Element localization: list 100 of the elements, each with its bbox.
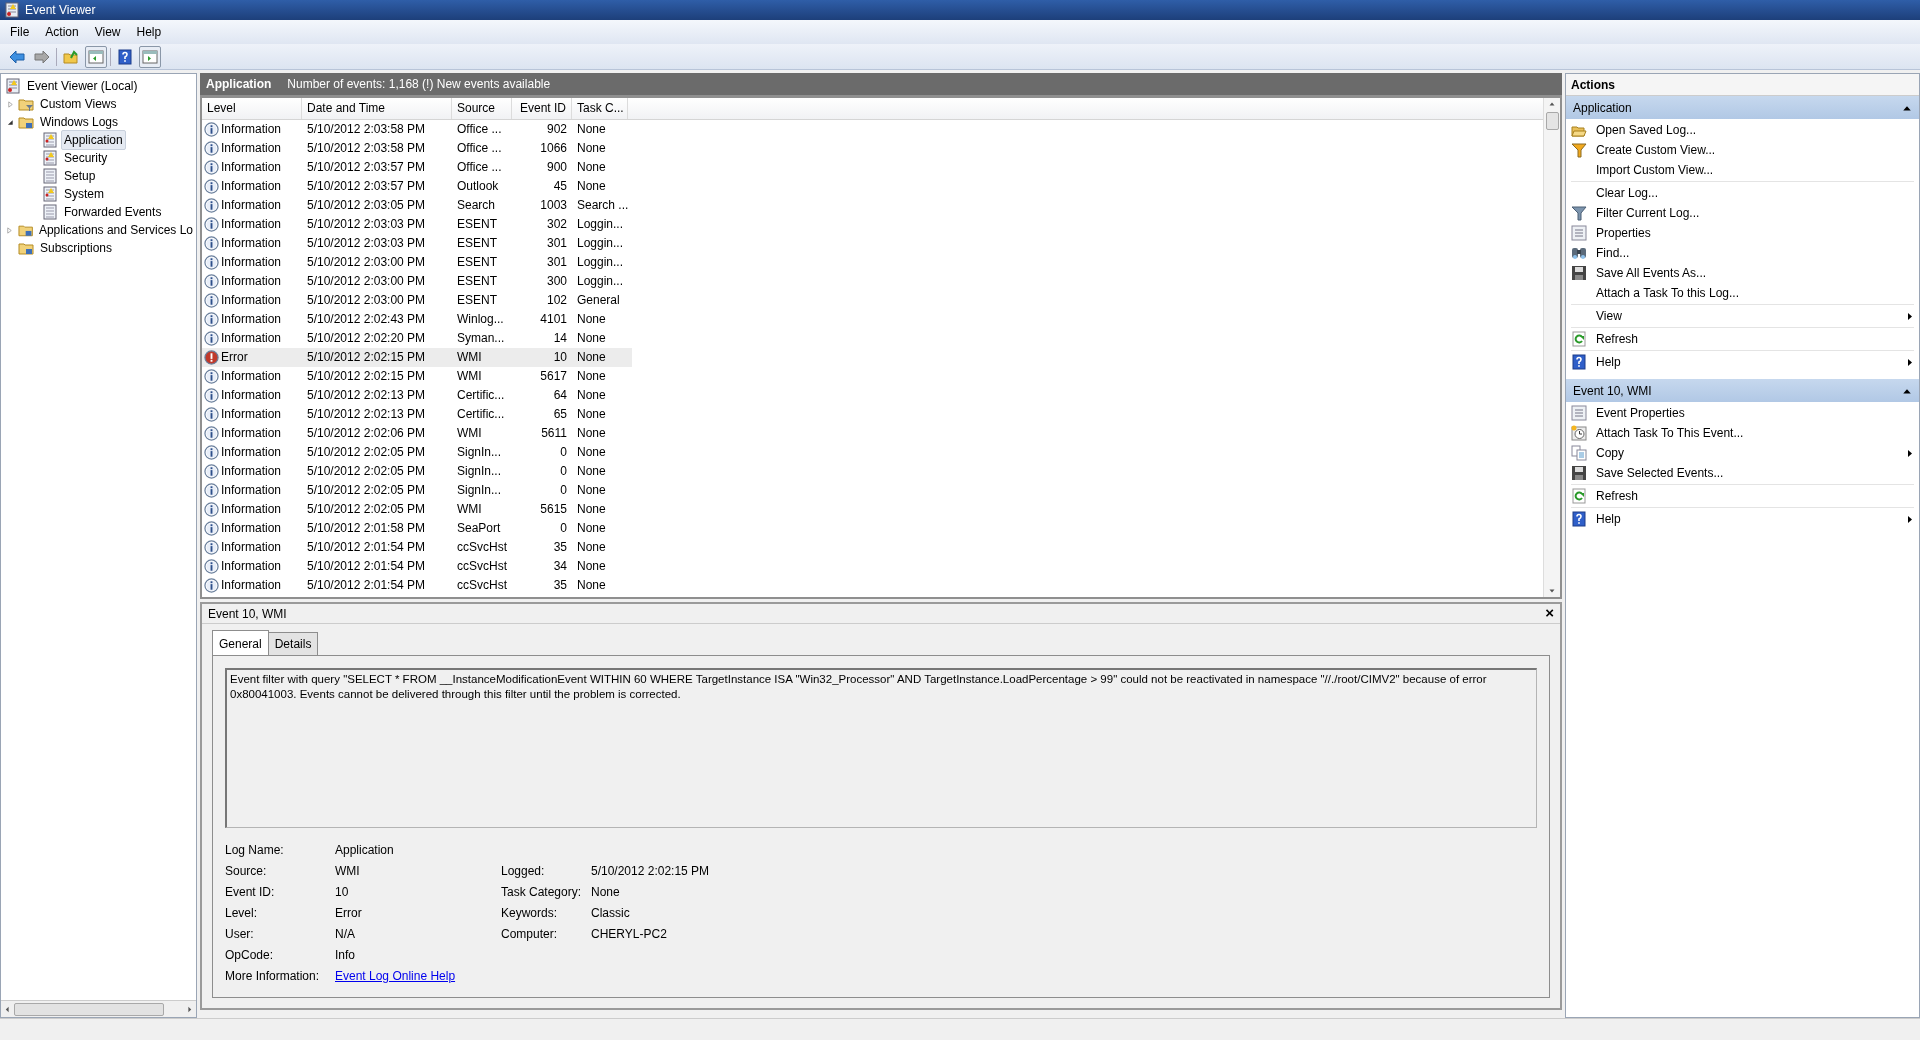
vertical-scrollbar[interactable] — [1543, 97, 1560, 597]
collapse-triangle-icon[interactable] — [6, 118, 14, 126]
tree-item[interactable]: Windows Logs — [37, 112, 122, 132]
event-row[interactable]: Information 5/10/2012 2:02:05 PM SignIn... 0 None — [202, 442, 632, 462]
event-row[interactable]: Information 5/10/2012 2:01:54 PM ccSvcHst 34 None — [202, 556, 632, 576]
event-row[interactable]: Information 5/10/2012 2:03:58 PM Office ... 1066 None — [202, 138, 632, 158]
command-link[interactable]: Filter Current Log... — [1596, 204, 1700, 222]
event-row[interactable]: Information 5/10/2012 2:03:00 PM ESENT 102 General — [202, 290, 632, 310]
command-link[interactable]: View — [1596, 307, 1622, 325]
tree-item[interactable]: Applications and Services Lo — [35, 220, 196, 240]
event-row[interactable]: Information 5/10/2012 2:03:00 PM ESENT 300 Loggin... — [202, 271, 632, 291]
table-cell-text: None — [577, 463, 606, 481]
section-header[interactable]: Event 10, WMI — [1566, 379, 1919, 402]
table-cell-text: Information — [221, 235, 282, 253]
tree-item[interactable]: System — [61, 184, 107, 204]
event-row[interactable]: Information 5/10/2012 2:03:57 PM Office ... 900 None — [202, 157, 632, 177]
tree-item[interactable]: Forwarded Events — [61, 202, 165, 222]
event-row[interactable]: Information 5/10/2012 2:01:54 PM ccSvcHst 35 None — [202, 575, 632, 595]
command-link[interactable]: Event Properties — [1596, 404, 1685, 422]
event-row[interactable]: Information 5/10/2012 2:03:00 PM ESENT 301 Loggin... — [202, 252, 632, 272]
tree-item[interactable]: Custom Views — [37, 94, 120, 114]
scroll-thumb[interactable] — [14, 1002, 164, 1016]
command-link[interactable]: Create Custom View... — [1596, 141, 1716, 159]
scroll-left-icon[interactable] — [3, 1004, 12, 1014]
menu-item[interactable]: File — [4, 21, 36, 43]
table-cell-text: 5/10/2012 2:02:13 PM — [307, 406, 426, 424]
table-cell-text: 5/10/2012 2:01:54 PM — [307, 539, 426, 557]
table-cell-text: None — [577, 406, 606, 424]
table-cell-text: Error — [221, 349, 248, 367]
command-link[interactable]: Open Saved Log... — [1596, 121, 1697, 139]
tree-item[interactable]: Application — [61, 130, 126, 150]
command-link[interactable]: Copy — [1596, 444, 1624, 462]
command-link[interactable]: Refresh — [1596, 487, 1639, 505]
help-icon[interactable] — [117, 48, 133, 65]
event-row[interactable]: Error 5/10/2012 2:02:15 PM WMI 10 None — [202, 347, 632, 367]
scroll-right-icon[interactable] — [185, 1004, 194, 1014]
folder-arrow-icon[interactable] — [63, 48, 79, 65]
scroll-thumb[interactable] — [1545, 111, 1559, 130]
table-cell-text: Loggin... — [577, 273, 624, 291]
field-value: WMI — [335, 864, 360, 878]
field-label: More Information: — [225, 968, 321, 985]
tab[interactable]: General — [212, 630, 269, 655]
command-link[interactable]: Find... — [1596, 244, 1630, 262]
column-header[interactable]: Event ID — [512, 97, 572, 119]
expand-triangle-icon[interactable] — [6, 225, 14, 235]
section-title: Application — [1573, 99, 1632, 117]
tree-item[interactable]: Event Viewer (Local) — [24, 76, 141, 96]
event-row[interactable]: Information 5/10/2012 2:02:05 PM SignIn... 0 None — [202, 480, 632, 500]
help-link[interactable]: Event Log Online Help — [335, 969, 456, 983]
command-link[interactable]: Import Custom View... — [1596, 161, 1714, 179]
command-link[interactable]: Clear Log... — [1596, 184, 1659, 202]
command-link[interactable]: Help — [1596, 353, 1621, 371]
field-label: Keywords: — [501, 905, 559, 922]
column-header[interactable]: Level — [202, 97, 302, 119]
event-row[interactable]: Information 5/10/2012 2:01:54 PM ccSvcHst 35 None — [202, 537, 632, 557]
command-link[interactable]: Attach a Task To this Log... — [1596, 284, 1739, 302]
event-row[interactable]: Information 5/10/2012 2:03:03 PM ESENT 302 Loggin... — [202, 214, 632, 234]
field-value: 10 — [335, 885, 349, 899]
field-value: Info — [335, 948, 355, 962]
event-row[interactable]: Information 5/10/2012 2:02:06 PM WMI 5611 None — [202, 423, 632, 443]
event-row[interactable]: Information 5/10/2012 2:02:15 PM WMI 5617 None — [202, 366, 632, 386]
event-row[interactable]: Information 5/10/2012 2:01:58 PM SeaPort 0 None — [202, 518, 632, 538]
event-row[interactable]: Information 5/10/2012 2:02:13 PM Certific... 64 None — [202, 385, 632, 405]
column-header[interactable]: Source — [452, 97, 512, 119]
menu-item[interactable]: Action — [39, 21, 85, 43]
table-cell-text: ESENT — [457, 254, 497, 272]
pane-icon[interactable] — [142, 48, 158, 65]
close-button[interactable]: × — [1545, 602, 1554, 625]
tree-item[interactable]: Setup — [61, 166, 99, 186]
event-row[interactable]: Information 5/10/2012 2:02:13 PM Certific... 65 None — [202, 404, 632, 424]
event-row[interactable]: Information 5/10/2012 2:03:57 PM Outlook 45 None — [202, 176, 632, 196]
pane-icon[interactable] — [88, 48, 104, 65]
command-link[interactable]: Attach Task To This Event... — [1596, 424, 1744, 442]
command-link[interactable]: Refresh — [1596, 330, 1639, 348]
event-row[interactable]: Information 5/10/2012 2:02:05 PM SignIn... 0 None — [202, 461, 632, 481]
back-arrow-icon[interactable] — [9, 48, 25, 65]
event-row[interactable]: Information 5/10/2012 2:03:58 PM Office ... 902 None — [202, 119, 632, 139]
command-link[interactable]: Save Selected Events... — [1596, 464, 1724, 482]
column-header[interactable]: Task C... — [572, 97, 628, 119]
event-row[interactable]: Information 5/10/2012 2:02:43 PM Winlog... 4101 None — [202, 309, 632, 329]
menu-item[interactable]: Help — [130, 21, 168, 43]
table-cell-text: 5/10/2012 2:03:00 PM — [307, 273, 426, 291]
expand-triangle-icon[interactable] — [6, 99, 14, 109]
column-header[interactable]: Date and Time — [302, 97, 452, 119]
command-link[interactable]: Save All Events As... — [1596, 264, 1707, 282]
table-cell-text: Information — [221, 463, 282, 481]
command-link[interactable]: Properties — [1596, 224, 1651, 242]
tree-item[interactable]: Subscriptions — [37, 238, 116, 258]
tree-item[interactable]: Security — [61, 148, 111, 168]
scroll-down-icon[interactable] — [1548, 587, 1556, 595]
forward-arrow-icon[interactable] — [34, 48, 50, 65]
horizontal-scrollbar[interactable] — [1, 1000, 196, 1017]
menu-item[interactable]: View — [88, 21, 127, 43]
section-header[interactable]: Application — [1566, 96, 1919, 119]
command-link[interactable]: Help — [1596, 510, 1621, 528]
tab[interactable]: Details — [267, 632, 319, 655]
event-row[interactable]: Information 5/10/2012 2:03:03 PM ESENT 301 Loggin... — [202, 233, 632, 253]
event-row[interactable]: Information 5/10/2012 2:02:20 PM Syman... 14 None — [202, 328, 632, 348]
event-row[interactable]: Information 5/10/2012 2:02:05 PM WMI 5615 None — [202, 499, 632, 519]
event-row[interactable]: Information 5/10/2012 2:03:05 PM Search 1003 Search ... — [202, 195, 632, 215]
